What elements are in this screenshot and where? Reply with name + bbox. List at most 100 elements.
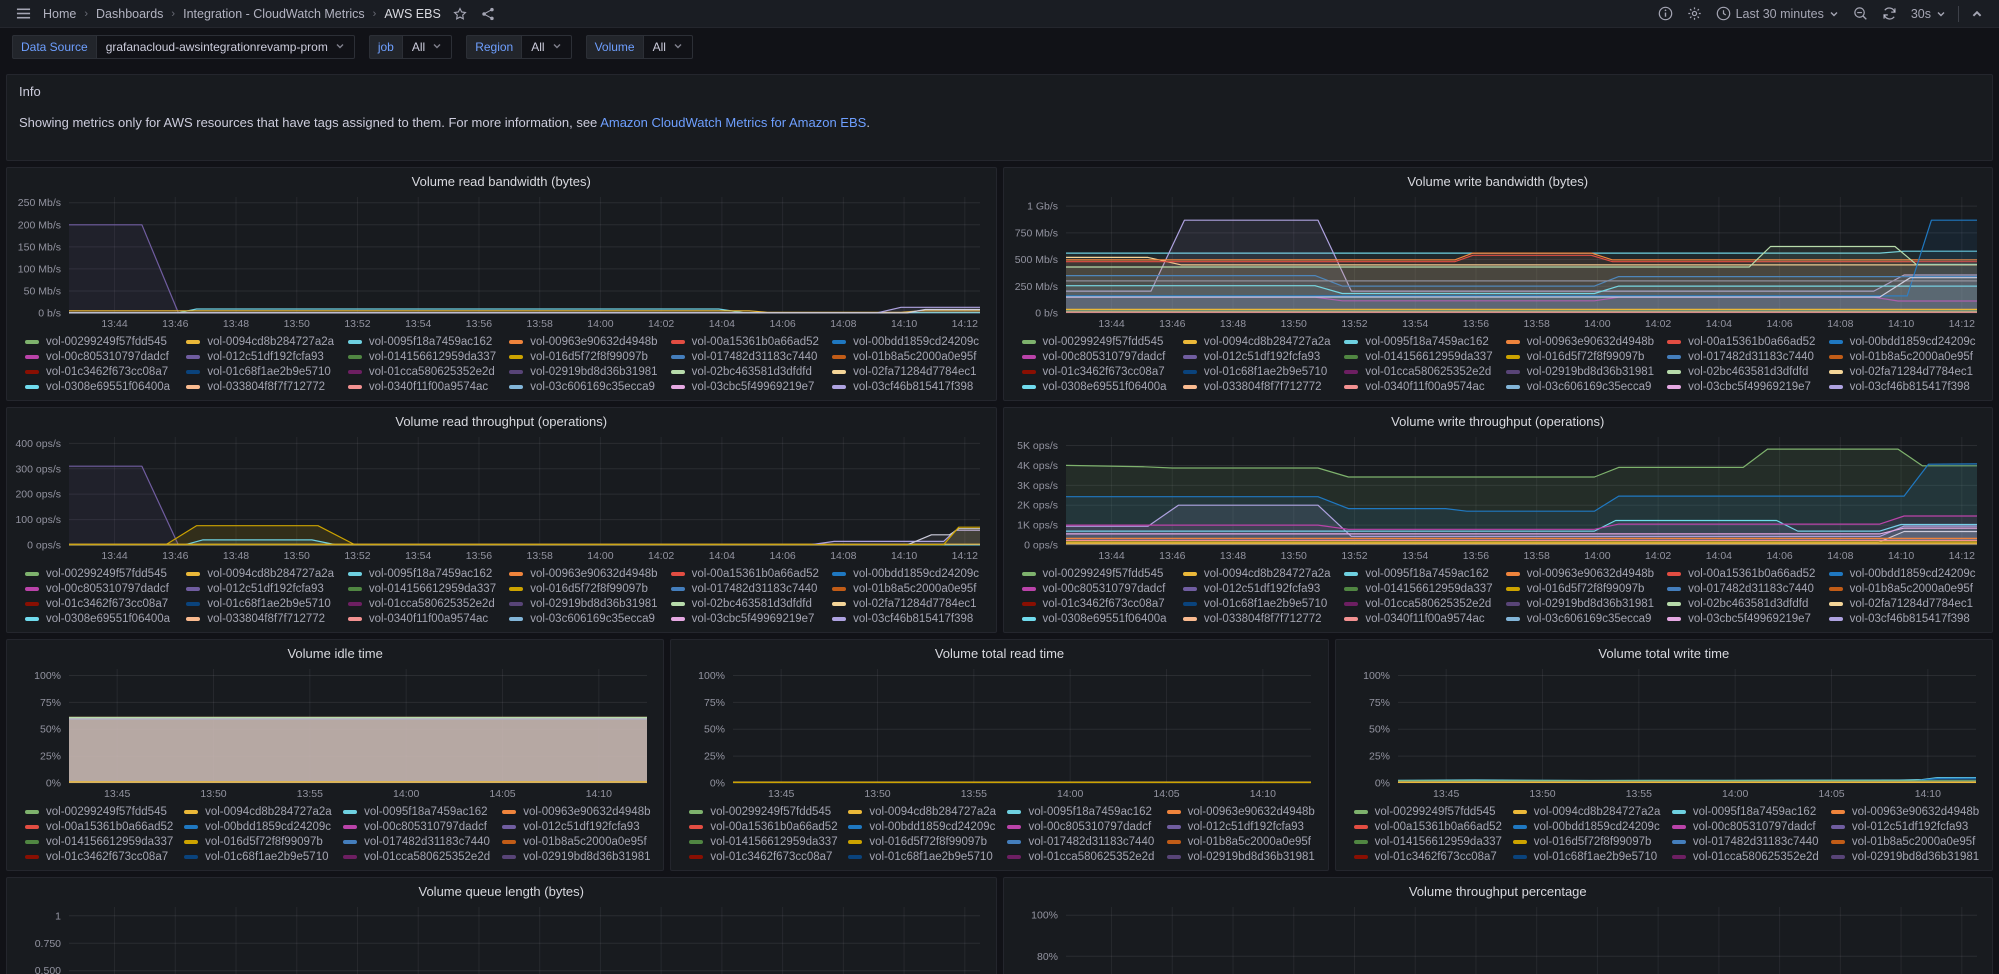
variable-value-dropdown[interactable]: All <box>521 35 572 59</box>
legend-item[interactable]: vol-017482d31183c7440 <box>343 836 492 848</box>
legend-item[interactable]: vol-012c51df192fcfa93 <box>502 821 651 833</box>
legend-item[interactable]: vol-014156612959da337 <box>689 836 838 848</box>
breadcrumb-item-dashboards[interactable]: Dashboards <box>96 7 163 21</box>
panel-title[interactable]: Volume read bandwidth (bytes) <box>7 168 996 190</box>
legend-item[interactable]: vol-00963e90632d4948b <box>1505 568 1657 580</box>
chart-canvas[interactable]: 80% 100% <box>1004 900 1993 974</box>
legend-item[interactable]: vol-00963e90632d4948b <box>1830 806 1980 818</box>
legend-item[interactable]: vol-01cca580625352e2d <box>347 366 499 378</box>
legend-item[interactable]: vol-00c805310797dadcf <box>1671 821 1821 833</box>
variable-label[interactable]: job <box>368 35 402 59</box>
legend-item[interactable]: vol-0094cd8b284727a2a <box>186 336 337 348</box>
legend-item[interactable]: vol-03cbc5f49969219e7 <box>1667 613 1818 625</box>
legend-item[interactable]: vol-00bdd1859cd24209c <box>184 821 333 833</box>
legend-item[interactable]: vol-01c3462f673cc08a7 <box>1021 366 1173 378</box>
refresh-button[interactable] <box>1880 4 1899 23</box>
chart-canvas[interactable]: 13:44 13:46 13:48 13:50 13:52 13:54 13:56 13:58… <box>7 190 996 333</box>
legend-item[interactable]: vol-0095f18a7459ac162 <box>1671 806 1821 818</box>
variable-value-dropdown[interactable]: grafanacloud-awsintegrationrevamp-prom <box>95 35 355 59</box>
time-range-picker[interactable]: Last 30 minutes <box>1714 4 1841 23</box>
legend-item[interactable]: vol-01b8a5c2000a0e95f <box>1166 836 1316 848</box>
legend-item[interactable]: vol-03c606169c35ecca9 <box>509 381 660 393</box>
legend-item[interactable]: vol-017482d31183c7440 <box>1667 583 1818 595</box>
collapse-toolbar-button[interactable] <box>1969 6 1985 22</box>
legend-item[interactable]: vol-0340f11f00a9574ac <box>347 381 499 393</box>
legend-item[interactable]: vol-00a15361b0a66ad52 <box>670 336 822 348</box>
legend-item[interactable]: vol-00c805310797dadcf <box>1007 821 1156 833</box>
legend-item[interactable]: vol-02919bd8d36b31981 <box>502 851 651 863</box>
legend-item[interactable]: vol-016d5f72f8f99097b <box>1512 836 1662 848</box>
panel-info-button[interactable] <box>1656 4 1675 23</box>
legend-item[interactable]: vol-02bc463581d3dfdfd <box>1667 366 1818 378</box>
legend-item[interactable]: vol-02919bd8d36b31981 <box>1830 851 1980 863</box>
legend-item[interactable]: vol-033804f8f7f712772 <box>186 381 337 393</box>
legend-item[interactable]: vol-033804f8f7f712772 <box>186 613 337 625</box>
share-dashboard-button[interactable] <box>479 5 497 23</box>
legend-item[interactable]: vol-00963e90632d4948b <box>1505 336 1657 348</box>
legend-item[interactable]: vol-03c606169c35ecca9 <box>1505 613 1657 625</box>
legend-item[interactable]: vol-014156612959da337 <box>347 583 499 595</box>
legend-item[interactable]: vol-03cf46b815417f398 <box>832 613 983 625</box>
legend-item[interactable]: vol-00c805310797dadcf <box>25 583 176 595</box>
legend-item[interactable]: vol-012c51df192fcfa93 <box>1830 821 1980 833</box>
legend-item[interactable]: vol-03c606169c35ecca9 <box>1505 381 1657 393</box>
legend-item[interactable]: vol-017482d31183c7440 <box>670 583 822 595</box>
legend-item[interactable]: vol-00a15361b0a66ad52 <box>1667 568 1818 580</box>
legend-item[interactable]: vol-017482d31183c7440 <box>1007 836 1156 848</box>
legend-item[interactable]: vol-00299249f57fdd545 <box>25 568 176 580</box>
legend-item[interactable]: vol-01c3462f673cc08a7 <box>1353 851 1503 863</box>
legend-item[interactable]: vol-014156612959da337 <box>1344 351 1495 363</box>
legend-item[interactable]: vol-01c68f1ae2b9e5710 <box>186 366 337 378</box>
legend-item[interactable]: vol-0094cd8b284727a2a <box>1182 336 1334 348</box>
breadcrumb-item-aws-ebs[interactable]: AWS EBS <box>384 7 441 21</box>
legend-item[interactable]: vol-02bc463581d3dfdfd <box>1667 598 1818 610</box>
legend-item[interactable]: vol-01c3462f673cc08a7 <box>689 851 838 863</box>
legend-item[interactable]: vol-017482d31183c7440 <box>670 351 822 363</box>
variable-label[interactable]: Region <box>466 35 522 59</box>
chart-canvas[interactable]: 13:45 13:50 13:55 14:00 14:05 14:10 0% 25% 50% 75… <box>671 662 1327 803</box>
legend-item[interactable]: vol-017482d31183c7440 <box>1671 836 1821 848</box>
legend-item[interactable]: vol-01b8a5c2000a0e95f <box>502 836 651 848</box>
legend-item[interactable]: vol-00c805310797dadcf <box>25 351 176 363</box>
legend-item[interactable]: vol-0340f11f00a9574ac <box>347 613 499 625</box>
legend-item[interactable]: vol-01c3462f673cc08a7 <box>25 366 176 378</box>
legend-item[interactable]: vol-01b8a5c2000a0e95f <box>1830 836 1980 848</box>
legend-item[interactable]: vol-00a15361b0a66ad52 <box>689 821 838 833</box>
legend-item[interactable]: vol-012c51df192fcfa93 <box>186 351 337 363</box>
refresh-interval-picker[interactable]: 30s <box>1909 5 1948 23</box>
legend-item[interactable]: vol-0094cd8b284727a2a <box>184 806 333 818</box>
legend-item[interactable]: vol-00bdd1859cd24209c <box>1828 336 1980 348</box>
legend-item[interactable]: vol-00a15361b0a66ad52 <box>1667 336 1818 348</box>
legend-item[interactable]: vol-02fa71284d7784ec1 <box>1828 598 1980 610</box>
legend-item[interactable]: vol-0308e69551f06400a <box>25 381 176 393</box>
legend-item[interactable]: vol-016d5f72f8f99097b <box>848 836 997 848</box>
legend-item[interactable]: vol-00299249f57fdd545 <box>25 336 176 348</box>
dashboard-settings-button[interactable] <box>1685 4 1704 23</box>
legend-item[interactable]: vol-02919bd8d36b31981 <box>1505 366 1657 378</box>
legend-item[interactable]: vol-0094cd8b284727a2a <box>1182 568 1334 580</box>
legend-item[interactable]: vol-00c805310797dadcf <box>1021 351 1173 363</box>
legend-item[interactable]: vol-01b8a5c2000a0e95f <box>1828 583 1980 595</box>
legend-item[interactable]: vol-00bdd1859cd24209c <box>832 336 983 348</box>
cloudwatch-docs-link[interactable]: Amazon CloudWatch Metrics for Amazon EBS <box>600 115 866 130</box>
legend-item[interactable]: vol-017482d31183c7440 <box>1667 351 1818 363</box>
legend-item[interactable]: vol-00299249f57fdd545 <box>1353 806 1503 818</box>
variable-value-dropdown[interactable]: All <box>401 35 453 59</box>
legend-item[interactable]: vol-01c68f1ae2b9e5710 <box>848 851 997 863</box>
zoom-out-time-button[interactable] <box>1851 4 1870 23</box>
legend-item[interactable]: vol-01b8a5c2000a0e95f <box>832 583 983 595</box>
panel-title[interactable]: Volume write bandwidth (bytes) <box>1004 168 1993 190</box>
legend-item[interactable]: vol-033804f8f7f712772 <box>1182 381 1334 393</box>
legend-item[interactable]: vol-012c51df192fcfa93 <box>186 583 337 595</box>
legend-item[interactable]: vol-00299249f57fdd545 <box>25 806 174 818</box>
legend-item[interactable]: vol-00bdd1859cd24209c <box>832 568 983 580</box>
panel-title[interactable]: Volume write throughput (operations) <box>1004 408 1993 430</box>
legend-item[interactable]: vol-01b8a5c2000a0e95f <box>1828 351 1980 363</box>
legend-item[interactable]: vol-02919bd8d36b31981 <box>1166 851 1316 863</box>
legend-item[interactable]: vol-016d5f72f8f99097b <box>509 351 660 363</box>
legend-item[interactable]: vol-02919bd8d36b31981 <box>509 598 660 610</box>
legend-item[interactable]: vol-00c805310797dadcf <box>1021 583 1173 595</box>
variable-label[interactable]: Data Source <box>12 35 96 59</box>
legend-item[interactable]: vol-02fa71284d7784ec1 <box>832 366 983 378</box>
legend-item[interactable]: vol-02bc463581d3dfdfd <box>670 598 822 610</box>
